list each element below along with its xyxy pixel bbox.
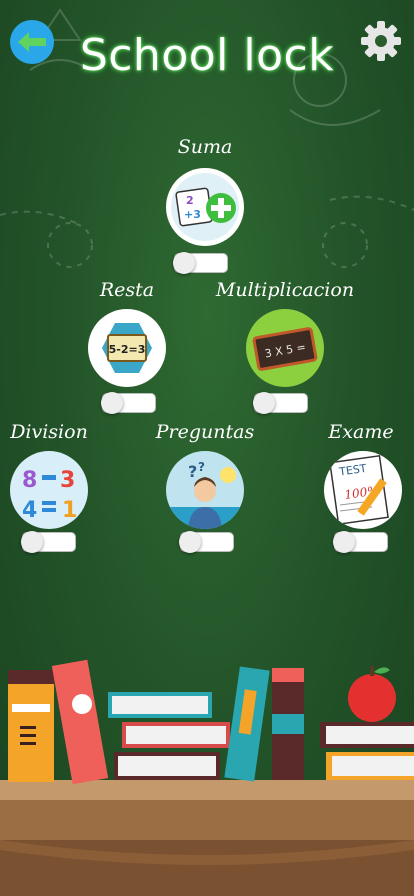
multiplicacion-toggle[interactable]: [253, 392, 308, 414]
subtraction-board-text: 5-2=3: [109, 343, 146, 356]
module-resta: Resta 5-2=3: [52, 279, 202, 419]
subtraction-board-icon: 5-2=3: [88, 309, 166, 387]
svg-text:8: 8: [22, 468, 37, 493]
module-multiplicacion: Multiplicacion 3 X 5 =: [210, 279, 360, 419]
division-toggle[interactable]: [21, 531, 76, 553]
module-label: Preguntas: [155, 421, 255, 443]
svg-text:2: 2: [186, 194, 194, 207]
svg-text:+3: +3: [184, 208, 201, 221]
module-division: Division 8 3 4 1: [0, 421, 124, 561]
svg-text:1: 1: [62, 498, 77, 523]
svg-text:3: 3: [60, 468, 75, 493]
module-preguntas: Preguntas ? ?: [130, 421, 280, 561]
exame-toggle[interactable]: [333, 531, 388, 553]
division-numbers-icon: 8 3 4 1: [10, 451, 88, 529]
multiplication-chalkboard-icon: 3 X 5 =: [246, 309, 324, 387]
module-suma: Suma 2 +3: [130, 136, 280, 276]
preguntas-toggle[interactable]: [179, 531, 234, 553]
suma-toggle[interactable]: [173, 252, 228, 274]
module-exame: Exame TEST 100%: [286, 421, 414, 561]
settings-gear-icon[interactable]: [358, 18, 404, 64]
svg-text:?: ?: [188, 462, 197, 481]
svg-text:4: 4: [22, 498, 37, 523]
test-paper-icon: TEST 100%: [324, 451, 402, 529]
module-label: Resta: [99, 279, 155, 301]
thinking-person-icon: ? ?: [166, 451, 244, 529]
bookshelf-illustration: [0, 659, 414, 896]
svg-text:?: ?: [198, 460, 205, 474]
module-label: Division: [10, 421, 88, 443]
module-label: Exame: [328, 421, 394, 443]
page-title: School lock: [79, 30, 335, 81]
module-label: Multiplicacion: [215, 279, 355, 301]
module-label: Suma: [177, 136, 233, 158]
addition-cards-icon: 2 +3: [166, 168, 244, 246]
resta-toggle[interactable]: [101, 392, 156, 414]
